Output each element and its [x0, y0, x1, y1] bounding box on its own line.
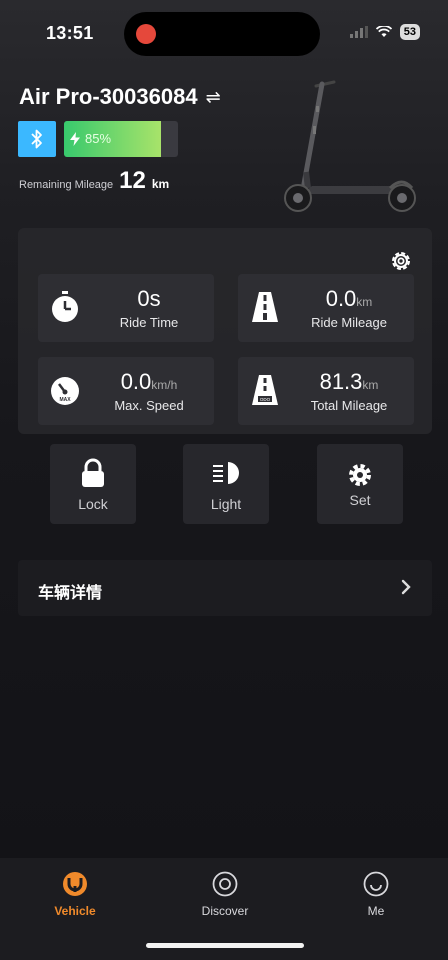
- charge-bolt-icon: [70, 131, 80, 146]
- remaining-mileage-unit: km: [151, 177, 170, 191]
- dynamic-island: [124, 12, 320, 56]
- vehicle-icon: [63, 872, 87, 896]
- discover-icon: [212, 871, 238, 897]
- status-time: 13:51: [46, 23, 94, 43]
- stat-max-speed: MAX 0.0km/h Max. Speed: [38, 357, 214, 425]
- ride-mileage-label: Ride Mileage: [311, 315, 387, 330]
- settings-gear-icon: [349, 464, 371, 486]
- battery-status: 53: [399, 24, 420, 40]
- bluetooth-icon: [31, 129, 42, 149]
- light-label: Light: [210, 496, 242, 512]
- set-button[interactable]: Set: [317, 444, 403, 524]
- stat-ride-time: 0s Ride Time: [38, 274, 214, 342]
- home-indicator[interactable]: [146, 943, 304, 948]
- max-speed-label: Max. Speed: [114, 398, 184, 413]
- lock-label: Lock: [78, 496, 108, 512]
- headlight-icon: [213, 462, 239, 484]
- odometer-road-icon: ODO: [252, 375, 278, 405]
- ride-mileage-value: 0.0: [325, 286, 357, 311]
- tab-discover-label: Discover: [201, 904, 249, 918]
- tab-me[interactable]: Me: [326, 870, 426, 918]
- svg-text:MAX: MAX: [59, 397, 71, 403]
- tab-vehicle[interactable]: Vehicle: [25, 870, 125, 918]
- vehicle-details-label: 车辆详情: [38, 585, 103, 602]
- tab-discover[interactable]: Discover: [175, 870, 275, 918]
- scooter-image: [284, 80, 416, 212]
- ride-mileage-unit: km: [356, 295, 373, 309]
- me-icon: [363, 871, 389, 897]
- stat-total-mileage: ODO 81.3km Total Mileage: [238, 357, 414, 425]
- device-title[interactable]: Air Pro-30036084 ⇌: [19, 84, 221, 110]
- status-bar: 13:51 53: [0, 0, 448, 66]
- total-mileage-label: Total Mileage: [310, 398, 388, 413]
- total-mileage-value: 81.3: [319, 369, 363, 394]
- remaining-mileage-label: Remaining Mileage: [19, 179, 114, 191]
- speedometer-icon: MAX: [51, 377, 79, 405]
- tab-me-label: Me: [367, 904, 385, 918]
- chevron-right-icon: [401, 579, 411, 595]
- lock-button[interactable]: Lock: [50, 444, 136, 524]
- device-name: Air Pro-30036084: [19, 84, 198, 109]
- signal-icon: [349, 26, 368, 38]
- tab-vehicle-label: Vehicle: [54, 904, 96, 918]
- ride-time-value: 0s: [137, 286, 161, 311]
- max-speed-unit: km/h: [151, 378, 178, 392]
- battery-level-bar: 85%: [64, 121, 178, 157]
- set-label: Set: [349, 492, 371, 508]
- road-icon: [252, 292, 278, 322]
- bluetooth-status[interactable]: [18, 121, 56, 157]
- stopwatch-icon: [52, 291, 78, 322]
- status-icons: 53: [349, 24, 420, 40]
- total-mileage-unit: km: [362, 378, 379, 392]
- ride-time-label: Ride Time: [119, 315, 179, 330]
- light-button[interactable]: Light: [183, 444, 269, 524]
- battery-percent: 85%: [85, 131, 112, 146]
- stat-ride-mileage: 0.0km Ride Mileage: [238, 274, 414, 342]
- panel-settings-icon[interactable]: [388, 248, 414, 274]
- recording-indicator-icon: [136, 24, 156, 44]
- svg-text:ODO: ODO: [260, 397, 271, 402]
- switch-device-icon[interactable]: ⇌: [206, 87, 221, 108]
- wifi-icon: [375, 26, 392, 37]
- max-speed-value: 0.0: [120, 369, 152, 394]
- vehicle-details-row[interactable]: 车辆详情: [18, 560, 432, 616]
- lock-icon: [82, 458, 104, 487]
- remaining-mileage: Remaining Mileage 12 km: [19, 167, 169, 195]
- remaining-mileage-value: 12: [119, 167, 146, 194]
